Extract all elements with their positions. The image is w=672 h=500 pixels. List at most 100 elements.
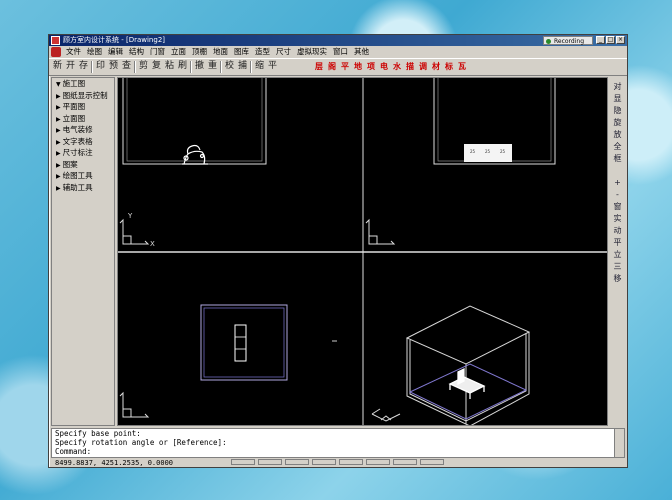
right-toolbar-button[interactable]: - <box>612 190 623 200</box>
sidebar-item-label: 平面图 <box>62 102 86 111</box>
toolbar-button[interactable]: 印 <box>95 61 106 72</box>
menu-item[interactable]: 图库 <box>231 46 252 58</box>
command-line-2: Specify rotation angle or [Reference]: <box>55 438 227 447</box>
tool-label-button[interactable]: 层 <box>315 61 323 73</box>
right-toolbar-button[interactable]: 平 <box>612 238 623 248</box>
sidebar-item[interactable]: ▶ 文字表格 <box>52 136 114 148</box>
isometric-room-wireframe <box>405 305 531 425</box>
tool-label-button[interactable]: 阁 <box>328 61 336 73</box>
close-button[interactable]: × <box>616 36 625 44</box>
right-toolbar-button[interactable]: 框 <box>612 154 623 164</box>
toolbar-button[interactable]: 撤 <box>194 61 205 72</box>
tool-label-button[interactable]: 材 <box>432 61 440 73</box>
isometric-furniture <box>448 367 486 399</box>
menu-item[interactable]: 编辑 <box>105 46 126 58</box>
toolbar-button[interactable]: 平 <box>267 61 278 72</box>
sidebar-item[interactable]: ▶ 尺寸标注 <box>52 147 114 159</box>
tool-label-button[interactable]: 描 <box>406 61 414 73</box>
right-toolbar-button[interactable]: 立 <box>612 250 623 260</box>
right-toolbar-button[interactable]: 移 <box>612 274 623 284</box>
viewport-top-right: 25 25 25 <box>365 78 556 245</box>
right-toolbar-button[interactable]: 放 <box>612 130 623 140</box>
document-icon[interactable] <box>51 47 61 57</box>
menu-item[interactable]: 结构 <box>126 46 147 58</box>
sidebar-item[interactable]: ▶ 平面图 <box>52 101 114 113</box>
ortho-toggle[interactable] <box>285 459 309 465</box>
toolbar-button[interactable]: 捕 <box>237 61 248 72</box>
tool-label-button[interactable]: 项 <box>367 61 375 73</box>
toolbar-button[interactable]: 粘 <box>164 61 175 72</box>
maximize-button[interactable]: □ <box>606 36 615 44</box>
polar-toggle[interactable] <box>312 459 336 465</box>
right-toolbar-button[interactable]: 对 <box>612 82 623 92</box>
command-scrollbar[interactable] <box>614 429 624 457</box>
right-toolbar-button[interactable]: 三 <box>612 262 623 272</box>
right-toolbar-button[interactable]: 隐 <box>612 106 623 116</box>
toolbar-separator <box>91 61 93 73</box>
menu-item[interactable]: 地面 <box>210 46 231 58</box>
right-toolbar-button[interactable]: 显 <box>612 94 623 104</box>
right-toolbar-button[interactable]: + <box>612 178 623 188</box>
toolbar-button[interactable]: 预 <box>108 61 119 72</box>
tool-label-button[interactable]: 标 <box>445 61 453 73</box>
toolbar-button[interactable]: 剪 <box>138 61 149 72</box>
tool-label-button[interactable]: 瓦 <box>458 61 466 73</box>
menu-item[interactable]: 顶棚 <box>189 46 210 58</box>
toolbar-button[interactable]: 校 <box>224 61 235 72</box>
right-toolbar-button[interactable]: 实 <box>612 214 623 224</box>
menu-item[interactable]: 窗口 <box>330 46 351 58</box>
minimize-button[interactable]: _ <box>596 36 605 44</box>
command-line-1: Specify base point: <box>55 429 141 438</box>
grid-toggle[interactable] <box>258 459 282 465</box>
menu-item[interactable]: 虚拟现实 <box>294 46 330 58</box>
sidebar-item[interactable]: ▶ 电气装修 <box>52 124 114 136</box>
sidebar-item-label: 施工图 <box>62 79 86 88</box>
otrack-toggle[interactable] <box>366 459 390 465</box>
tool-label-button[interactable]: 调 <box>419 61 427 73</box>
drawing-canvas[interactable]: X Y 25 25 25 <box>117 77 608 426</box>
menu-item[interactable]: 造型 <box>252 46 273 58</box>
toolbar-button[interactable]: 存 <box>78 61 89 72</box>
tool-label-button[interactable]: 水 <box>393 61 401 73</box>
right-toolbar-button[interactable]: 窗 <box>612 202 623 212</box>
toolbar-button[interactable]: 查 <box>121 61 132 72</box>
sidebar-item[interactable]: ▼ 施工图 <box>52 78 114 90</box>
sidebar-item[interactable]: ▶ 绘图工具 <box>52 170 114 182</box>
tool-label-button[interactable]: 电 <box>380 61 388 73</box>
right-toolbar-button[interactable]: 动 <box>612 226 623 236</box>
menu-item[interactable]: 绘图 <box>84 46 105 58</box>
toolbar-separator <box>134 61 136 73</box>
lwt-toggle[interactable] <box>393 459 417 465</box>
right-toolbar-button[interactable]: 全 <box>612 142 623 152</box>
snap-toggle[interactable] <box>231 459 255 465</box>
recording-indicator[interactable]: Recording <box>543 36 593 45</box>
toolbar-button[interactable]: 复 <box>151 61 162 72</box>
sidebar-item[interactable]: ▶ 图案 <box>52 159 114 171</box>
right-toolbar-button[interactable]: 旋 <box>612 118 623 128</box>
sidebar-item[interactable]: ▶ 立面图 <box>52 113 114 125</box>
sidebar-item[interactable]: ▶ 辅助工具 <box>52 182 114 194</box>
command-input[interactable]: Command: <box>52 447 624 456</box>
menu-item[interactable]: 其他 <box>351 46 372 58</box>
sidebar-item[interactable]: ▶ 图纸显示控制 <box>52 90 114 102</box>
toolbar-button[interactable]: 缩 <box>254 61 265 72</box>
tool-label-button[interactable]: 地 <box>354 61 362 73</box>
toolbar-button[interactable]: 开 <box>65 61 76 72</box>
toolbar-button[interactable]: 新 <box>52 61 63 72</box>
osnap-toggle[interactable] <box>339 459 363 465</box>
command-window[interactable]: Specify base point: Specify rotation ang… <box>51 428 625 458</box>
record-icon <box>546 39 551 44</box>
menu-item[interactable]: 立面 <box>168 46 189 58</box>
viewport-bottom-right <box>371 305 531 425</box>
triangle-right-icon: ▶ <box>56 184 61 192</box>
tool-label-button[interactable]: 平 <box>341 61 349 73</box>
model-toggle[interactable] <box>420 459 444 465</box>
menu-item[interactable]: 门窗 <box>147 46 168 58</box>
menu-item[interactable]: 文件 <box>63 46 84 58</box>
ucs-icon-iso <box>371 408 401 422</box>
viewports-svg[interactable]: X Y 25 25 25 <box>118 78 607 425</box>
menu-item[interactable]: 尺寸 <box>273 46 294 58</box>
toolbar-button[interactable]: 重 <box>207 61 218 72</box>
viewport-bottom-left <box>119 304 337 418</box>
toolbar-button[interactable]: 刷 <box>177 61 188 72</box>
